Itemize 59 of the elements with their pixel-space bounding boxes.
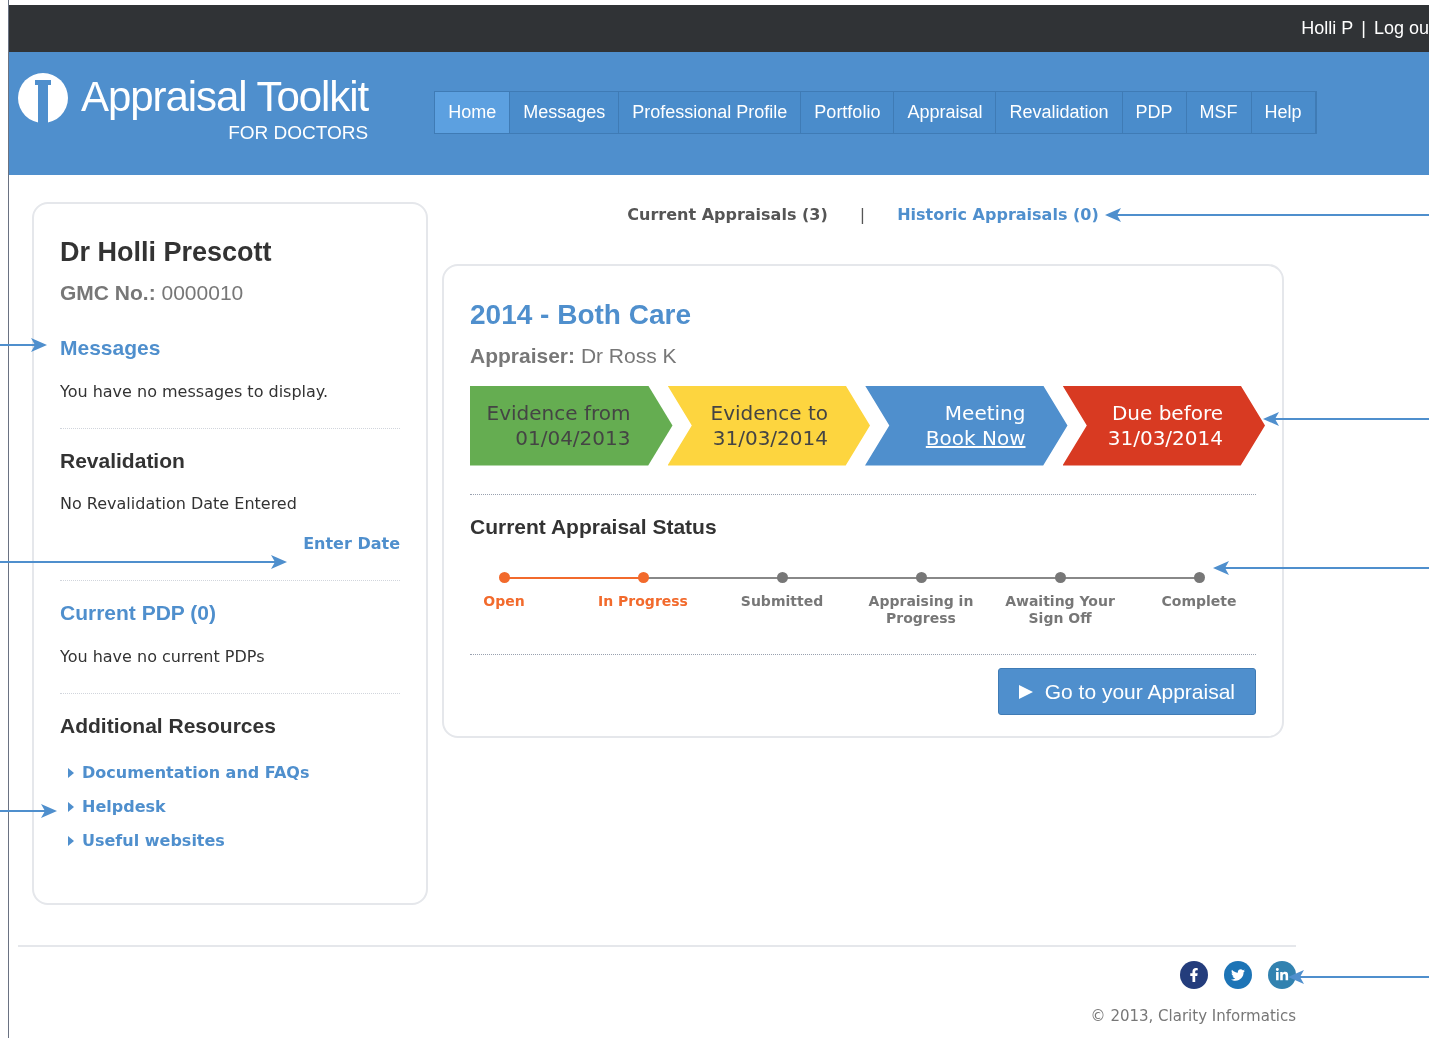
segment-label: Evidence to	[710, 400, 828, 426]
section-title: Additional Resources	[60, 712, 277, 739]
brand-title: Appraisal Toolkit	[81, 72, 369, 122]
nav-tab[interactable]: MSF	[1186, 92, 1252, 133]
segment-label: Due before	[1111, 400, 1223, 426]
doctor-name: Dr Holli Prescott	[60, 236, 273, 269]
separator: |	[1361, 17, 1366, 40]
brand-subtitle: FOR DOCTORS	[228, 122, 369, 144]
appraisal-title[interactable]: 2014 - Both Care	[470, 294, 1256, 336]
status-label: In Progress	[598, 593, 688, 610]
linkedin-icon[interactable]	[1268, 961, 1296, 989]
logo-icon	[17, 72, 69, 124]
status-label: Submitted	[740, 593, 824, 610]
resource-link[interactable]: Documentation and FAQs	[82, 761, 310, 785]
section-title[interactable]: Messages	[60, 332, 400, 364]
nav-tab[interactable]: Appraisal	[894, 92, 997, 133]
play-icon	[1018, 684, 1033, 699]
section-title[interactable]: Current PDP (0)	[60, 597, 400, 629]
twitter-icon[interactable]	[1224, 961, 1252, 989]
go-to-appraisal-button[interactable]: Go to your Appraisal	[997, 668, 1256, 715]
gmc-number: GMC No.: 0000010	[60, 279, 245, 306]
facebook-icon[interactable]	[1180, 961, 1208, 989]
status-label: Appraising in Progress	[867, 593, 975, 627]
resource-link[interactable]: Useful websites	[82, 829, 225, 853]
section-text: You have no current PDPs	[60, 645, 266, 668]
caret-icon	[68, 836, 74, 846]
nav-tab[interactable]: Help	[1251, 92, 1316, 133]
status-label: Open	[483, 593, 525, 610]
enter-date-link[interactable]: Enter Date	[303, 532, 400, 556]
section-text: No Revalidation Date Entered	[60, 493, 298, 515]
appraiser: Appraiser: Dr Ross K	[470, 343, 678, 369]
caret-icon	[68, 768, 74, 778]
nav-tab[interactable]: Messages	[510, 92, 620, 133]
nav-tab[interactable]: Professional Profile	[619, 92, 802, 133]
book-now-link[interactable]: Book Now	[925, 425, 1026, 451]
nav-tab[interactable]: Portfolio	[801, 92, 895, 133]
copyright: © 2013, Clarity Informatics	[1090, 1006, 1296, 1027]
segment-date: 01/04/2013	[515, 425, 631, 451]
section-title: Revalidation	[60, 447, 186, 474]
caret-icon	[68, 802, 74, 812]
status-label: Complete	[1161, 593, 1237, 610]
nav-tab[interactable]: Revalidation	[996, 92, 1123, 133]
status-title: Current Appraisal Status	[470, 513, 718, 540]
user-link[interactable]: Holli P	[1301, 15, 1354, 42]
appraisal-tab[interactable]: Historic Appraisals (0)	[897, 203, 1099, 227]
segment-label: Meeting	[944, 400, 1026, 426]
segment-date: 31/03/2014	[712, 425, 828, 451]
callout-arrow	[0, 803, 57, 819]
status-label: Awaiting Your Sign Off	[1004, 593, 1116, 627]
logout-link[interactable]: Log ou	[1373, 15, 1429, 42]
callout-arrow	[0, 337, 47, 353]
resource-link[interactable]: Helpdesk	[82, 795, 166, 819]
nav-tab[interactable]: PDP	[1122, 92, 1187, 133]
nav-tab[interactable]: Home	[435, 92, 511, 133]
segment-date: 31/03/2014	[1107, 425, 1223, 451]
section-text: You have no messages to display.	[60, 380, 330, 403]
segment-label: Evidence from	[486, 400, 631, 426]
separator: |	[859, 204, 866, 226]
appraisal-tab[interactable]: Current Appraisals (3)	[627, 203, 828, 227]
